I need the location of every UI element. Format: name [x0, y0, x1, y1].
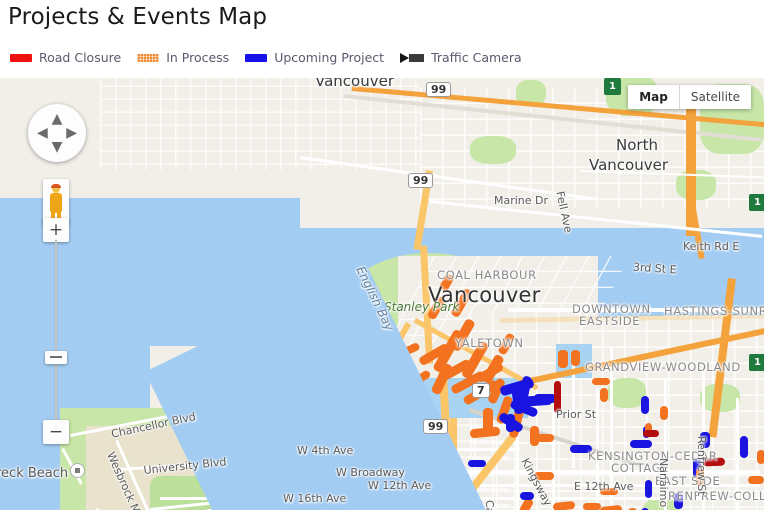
map-legend: Road Closure In Process Upcoming Project…	[10, 50, 538, 65]
map-label-street: Cambie St	[483, 500, 496, 510]
legend-item-road-closure: Road Closure	[10, 50, 122, 65]
project-line[interactable]	[630, 440, 652, 448]
project-line[interactable]	[645, 480, 652, 498]
project-line[interactable]	[468, 460, 486, 467]
highway-shield-trans-canada: 1	[749, 194, 764, 211]
zoom-out-button[interactable]: −	[43, 420, 69, 444]
map-type-button-satellite[interactable]: Satellite	[679, 85, 751, 109]
legend-label: Traffic Camera	[431, 50, 522, 65]
project-line[interactable]	[660, 406, 668, 420]
map-label-street: Keith Rd E	[683, 240, 740, 253]
map-label-street: W 12th Ave	[368, 479, 432, 492]
map-canvas[interactable]: Vancouver North Vancouver Vancouver COAL…	[0, 78, 764, 510]
legend-item-in-process: In Process	[137, 50, 230, 65]
project-line[interactable]	[641, 396, 649, 414]
map-label-city: Vancouver	[315, 78, 394, 90]
legend-item-traffic-camera: Traffic Camera	[400, 50, 522, 65]
highway-shield-trans-canada: 1	[749, 354, 764, 371]
map-label-street: W Broadway	[336, 466, 405, 479]
map-label-street: Prior St	[556, 408, 597, 421]
map-label-street: W 4th Ave	[297, 444, 354, 457]
project-line[interactable]	[583, 503, 601, 510]
map-label-neighbourhood: YALETOWN	[455, 336, 524, 350]
map-label-city: North	[616, 136, 658, 154]
map-label-neighbourhood: COAL HARBOUR	[437, 268, 537, 282]
legend-label: Upcoming Project	[274, 50, 385, 65]
poi-pin-wreck-beach	[70, 463, 85, 478]
highway-shield-trans-canada: 1	[604, 78, 621, 95]
project-line[interactable]	[757, 450, 764, 464]
map-green-northshore-e	[470, 136, 516, 164]
traffic-camera-icon	[400, 53, 425, 64]
map-label-city: Vancouver	[589, 156, 668, 174]
highway-shield: 99	[423, 419, 449, 434]
project-line[interactable]	[740, 436, 748, 458]
highway-shield: 7	[472, 383, 490, 398]
map-zoom-control[interactable]: + −	[43, 218, 69, 508]
map-label-neighbourhood: EASTSIDE	[579, 314, 641, 328]
pan-down-icon[interactable]: ▼	[52, 140, 63, 154]
map-type-button-map[interactable]: Map	[628, 85, 680, 109]
zoom-slider-track[interactable]	[55, 240, 57, 422]
project-line[interactable]	[534, 394, 556, 403]
project-line[interactable]	[643, 430, 659, 437]
project-line[interactable]	[536, 434, 554, 442]
project-line[interactable]	[483, 408, 493, 434]
map-type-control[interactable]: Map Satellite	[628, 85, 751, 109]
pan-right-icon[interactable]: ▶	[66, 126, 77, 140]
project-line[interactable]	[748, 476, 764, 484]
map-label-neighbourhood: GRANDVIEW-WOODLAND	[585, 360, 741, 374]
map-road-fraser	[552, 408, 555, 510]
project-line[interactable]	[600, 388, 608, 402]
project-line[interactable]	[592, 378, 610, 385]
page-title: Projects & Events Map	[8, 4, 268, 30]
map-label-street: Marine Dr	[494, 194, 549, 207]
map-label-street: Renfrew St	[695, 436, 708, 496]
map-label-park: Stanley Park	[384, 300, 460, 314]
project-line[interactable]	[506, 414, 515, 432]
upcoming-project-swatch	[245, 54, 268, 63]
pan-up-icon[interactable]: ▲	[52, 112, 63, 126]
highway-shield: 99	[426, 82, 452, 97]
map-label-street: E 12th Ave	[574, 480, 634, 493]
zoom-slider-thumb[interactable]	[45, 351, 67, 364]
map-label-street: Nanaimo St	[657, 458, 670, 510]
map-label-neighbourhood: HASTINGS-SUNRISE	[664, 304, 764, 318]
map-pan-control[interactable]: ▲ ▼ ◀ ▶	[28, 104, 86, 162]
map-road-12th-east	[510, 484, 760, 487]
legend-label: In Process	[166, 50, 230, 65]
road-closure-swatch	[10, 54, 32, 63]
zoom-in-button[interactable]: +	[43, 218, 69, 242]
highway-shield: 99	[408, 173, 434, 188]
in-process-swatch	[137, 54, 160, 63]
project-line[interactable]	[552, 500, 576, 510]
project-line[interactable]	[558, 350, 568, 368]
pan-left-icon[interactable]: ◀	[37, 126, 48, 140]
legend-label: Road Closure	[39, 50, 122, 65]
map-label-street: W 16th Ave	[283, 492, 347, 505]
project-line[interactable]	[571, 350, 580, 366]
project-line[interactable]	[520, 492, 534, 500]
legend-item-upcoming-project: Upcoming Project	[245, 50, 385, 65]
map-label-neighbourhood: RENFREW-COLLINGWOOD	[668, 489, 764, 503]
